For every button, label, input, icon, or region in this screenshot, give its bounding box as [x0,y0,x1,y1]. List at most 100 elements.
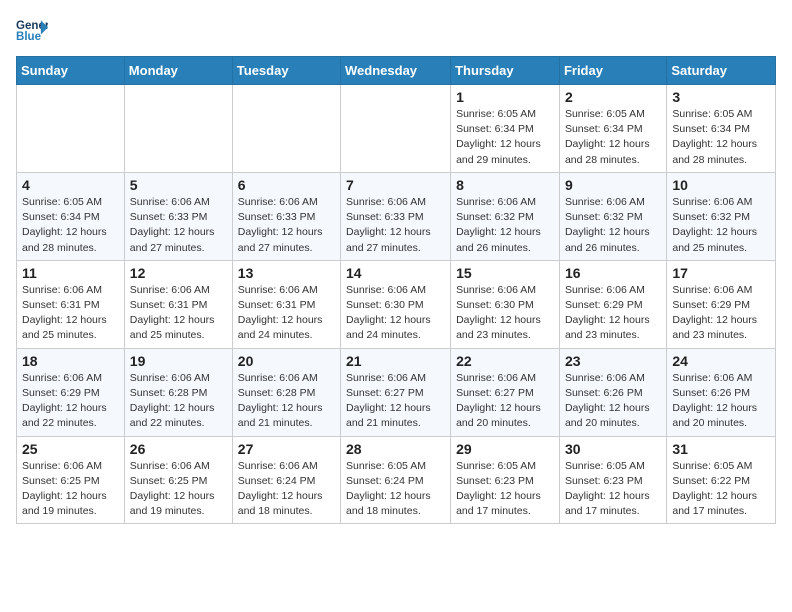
day-info: Sunrise: 6:06 AMSunset: 6:29 PMDaylight:… [672,283,770,344]
day-info: Sunrise: 6:06 AMSunset: 6:24 PMDaylight:… [238,459,335,520]
day-header-wednesday: Wednesday [341,57,451,85]
day-number: 21 [346,353,445,369]
calendar-cell [124,85,232,173]
calendar-cell: 1 Sunrise: 6:05 AMSunset: 6:34 PMDaylight… [451,85,560,173]
day-info: Sunrise: 6:06 AMSunset: 6:27 PMDaylight:… [456,371,554,432]
day-number: 12 [130,265,227,281]
week-row-2: 4 Sunrise: 6:05 AMSunset: 6:34 PMDaylight… [17,172,776,260]
calendar-cell: 24 Sunrise: 6:06 AMSunset: 6:26 PMDayligh… [667,348,776,436]
calendar-cell: 26 Sunrise: 6:06 AMSunset: 6:25 PMDayligh… [124,436,232,524]
day-number: 9 [565,177,661,193]
day-info: Sunrise: 6:06 AMSunset: 6:26 PMDaylight:… [672,371,770,432]
day-info: Sunrise: 6:05 AMSunset: 6:23 PMDaylight:… [565,459,661,520]
day-info: Sunrise: 6:06 AMSunset: 6:31 PMDaylight:… [22,283,119,344]
logo: General Blue [16,16,48,44]
day-number: 30 [565,441,661,457]
day-number: 3 [672,89,770,105]
day-header-monday: Monday [124,57,232,85]
day-header-saturday: Saturday [667,57,776,85]
day-number: 28 [346,441,445,457]
day-info: Sunrise: 6:06 AMSunset: 6:30 PMDaylight:… [346,283,445,344]
day-number: 10 [672,177,770,193]
day-number: 24 [672,353,770,369]
day-number: 4 [22,177,119,193]
day-header-row: SundayMondayTuesdayWednesdayThursdayFrid… [17,57,776,85]
day-number: 13 [238,265,335,281]
day-info: Sunrise: 6:06 AMSunset: 6:27 PMDaylight:… [346,371,445,432]
svg-text:Blue: Blue [16,31,42,43]
day-info: Sunrise: 6:06 AMSunset: 6:25 PMDaylight:… [130,459,227,520]
day-number: 26 [130,441,227,457]
calendar-cell: 14Sunrise: 6:06 AMSunset: 6:30 PMDayligh… [341,260,451,348]
calendar-cell: 5 Sunrise: 6:06 AMSunset: 6:33 PMDaylight… [124,172,232,260]
calendar-cell: 2 Sunrise: 6:05 AMSunset: 6:34 PMDaylight… [559,85,666,173]
day-info: Sunrise: 6:06 AMSunset: 6:30 PMDaylight:… [456,283,554,344]
day-info: Sunrise: 6:06 AMSunset: 6:33 PMDaylight:… [130,195,227,256]
day-number: 1 [456,89,554,105]
week-row-4: 18 Sunrise: 6:06 AMSunset: 6:29 PMDayligh… [17,348,776,436]
day-number: 16 [565,265,661,281]
header: General Blue [16,16,776,44]
calendar-cell: 9 Sunrise: 6:06 AMSunset: 6:32 PMDaylight… [559,172,666,260]
day-number: 15 [456,265,554,281]
day-number: 19 [130,353,227,369]
day-number: 23 [565,353,661,369]
day-info: Sunrise: 6:06 AMSunset: 6:26 PMDaylight:… [565,371,661,432]
calendar-cell: 25 Sunrise: 6:06 AMSunset: 6:25 PMDayligh… [17,436,125,524]
calendar-cell [232,85,340,173]
calendar-cell: 31 Sunrise: 6:05 AMSunset: 6:22 PMDayligh… [667,436,776,524]
calendar-cell: 6Sunrise: 6:06 AMSunset: 6:33 PMDaylight… [232,172,340,260]
day-number: 29 [456,441,554,457]
week-row-1: 1 Sunrise: 6:05 AMSunset: 6:34 PMDaylight… [17,85,776,173]
calendar-cell: 30 Sunrise: 6:05 AMSunset: 6:23 PMDayligh… [559,436,666,524]
calendar-cell: 17 Sunrise: 6:06 AMSunset: 6:29 PMDayligh… [667,260,776,348]
calendar-cell: 15 Sunrise: 6:06 AMSunset: 6:30 PMDayligh… [451,260,560,348]
day-header-friday: Friday [559,57,666,85]
day-header-thursday: Thursday [451,57,560,85]
calendar-cell: 21 Sunrise: 6:06 AMSunset: 6:27 PMDayligh… [341,348,451,436]
calendar-cell: 27 Sunrise: 6:06 AMSunset: 6:24 PMDayligh… [232,436,340,524]
day-info: Sunrise: 6:05 AMSunset: 6:34 PMDaylight:… [565,107,661,168]
day-number: 5 [130,177,227,193]
day-info: Sunrise: 6:06 AMSunset: 6:25 PMDaylight:… [22,459,119,520]
day-info: Sunrise: 6:05 AMSunset: 6:23 PMDaylight:… [456,459,554,520]
day-number: 27 [238,441,335,457]
day-info: Sunrise: 6:06 AMSunset: 6:32 PMDaylight:… [565,195,661,256]
calendar-cell: 8 Sunrise: 6:06 AMSunset: 6:32 PMDaylight… [451,172,560,260]
day-info: Sunrise: 6:06 AMSunset: 6:29 PMDaylight:… [22,371,119,432]
day-number: 25 [22,441,119,457]
day-info: Sunrise: 6:06 AMSunset: 6:29 PMDaylight:… [565,283,661,344]
day-info: Sunrise: 6:05 AMSunset: 6:22 PMDaylight:… [672,459,770,520]
day-number: 2 [565,89,661,105]
logo-icon: General Blue [16,16,48,44]
day-number: 22 [456,353,554,369]
calendar-cell: 16 Sunrise: 6:06 AMSunset: 6:29 PMDayligh… [559,260,666,348]
day-number: 17 [672,265,770,281]
day-number: 8 [456,177,554,193]
calendar-cell: 29 Sunrise: 6:05 AMSunset: 6:23 PMDayligh… [451,436,560,524]
calendar-cell: 13Sunrise: 6:06 AMSunset: 6:31 PMDayligh… [232,260,340,348]
calendar-cell: 3Sunrise: 6:05 AMSunset: 6:34 PMDaylight… [667,85,776,173]
calendar-cell: 4 Sunrise: 6:05 AMSunset: 6:34 PMDaylight… [17,172,125,260]
calendar-cell [17,85,125,173]
day-info: Sunrise: 6:05 AMSunset: 6:34 PMDaylight:… [22,195,119,256]
day-info: Sunrise: 6:05 AMSunset: 6:34 PMDaylight:… [456,107,554,168]
day-info: Sunrise: 6:06 AMSunset: 6:32 PMDaylight:… [672,195,770,256]
calendar-cell [341,85,451,173]
calendar-cell: 11 Sunrise: 6:06 AMSunset: 6:31 PMDayligh… [17,260,125,348]
day-info: Sunrise: 6:06 AMSunset: 6:28 PMDaylight:… [130,371,227,432]
day-number: 7 [346,177,445,193]
calendar-table: SundayMondayTuesdayWednesdayThursdayFrid… [16,56,776,524]
calendar-cell: 28Sunrise: 6:05 AMSunset: 6:24 PMDayligh… [341,436,451,524]
calendar-cell: 20Sunrise: 6:06 AMSunset: 6:28 PMDayligh… [232,348,340,436]
day-number: 31 [672,441,770,457]
day-info: Sunrise: 6:06 AMSunset: 6:32 PMDaylight:… [456,195,554,256]
calendar-cell: 18 Sunrise: 6:06 AMSunset: 6:29 PMDayligh… [17,348,125,436]
calendar-cell: 19 Sunrise: 6:06 AMSunset: 6:28 PMDayligh… [124,348,232,436]
day-info: Sunrise: 6:06 AMSunset: 6:31 PMDaylight:… [130,283,227,344]
day-number: 11 [22,265,119,281]
day-number: 18 [22,353,119,369]
calendar-cell: 12 Sunrise: 6:06 AMSunset: 6:31 PMDayligh… [124,260,232,348]
week-row-3: 11 Sunrise: 6:06 AMSunset: 6:31 PMDayligh… [17,260,776,348]
day-number: 20 [238,353,335,369]
